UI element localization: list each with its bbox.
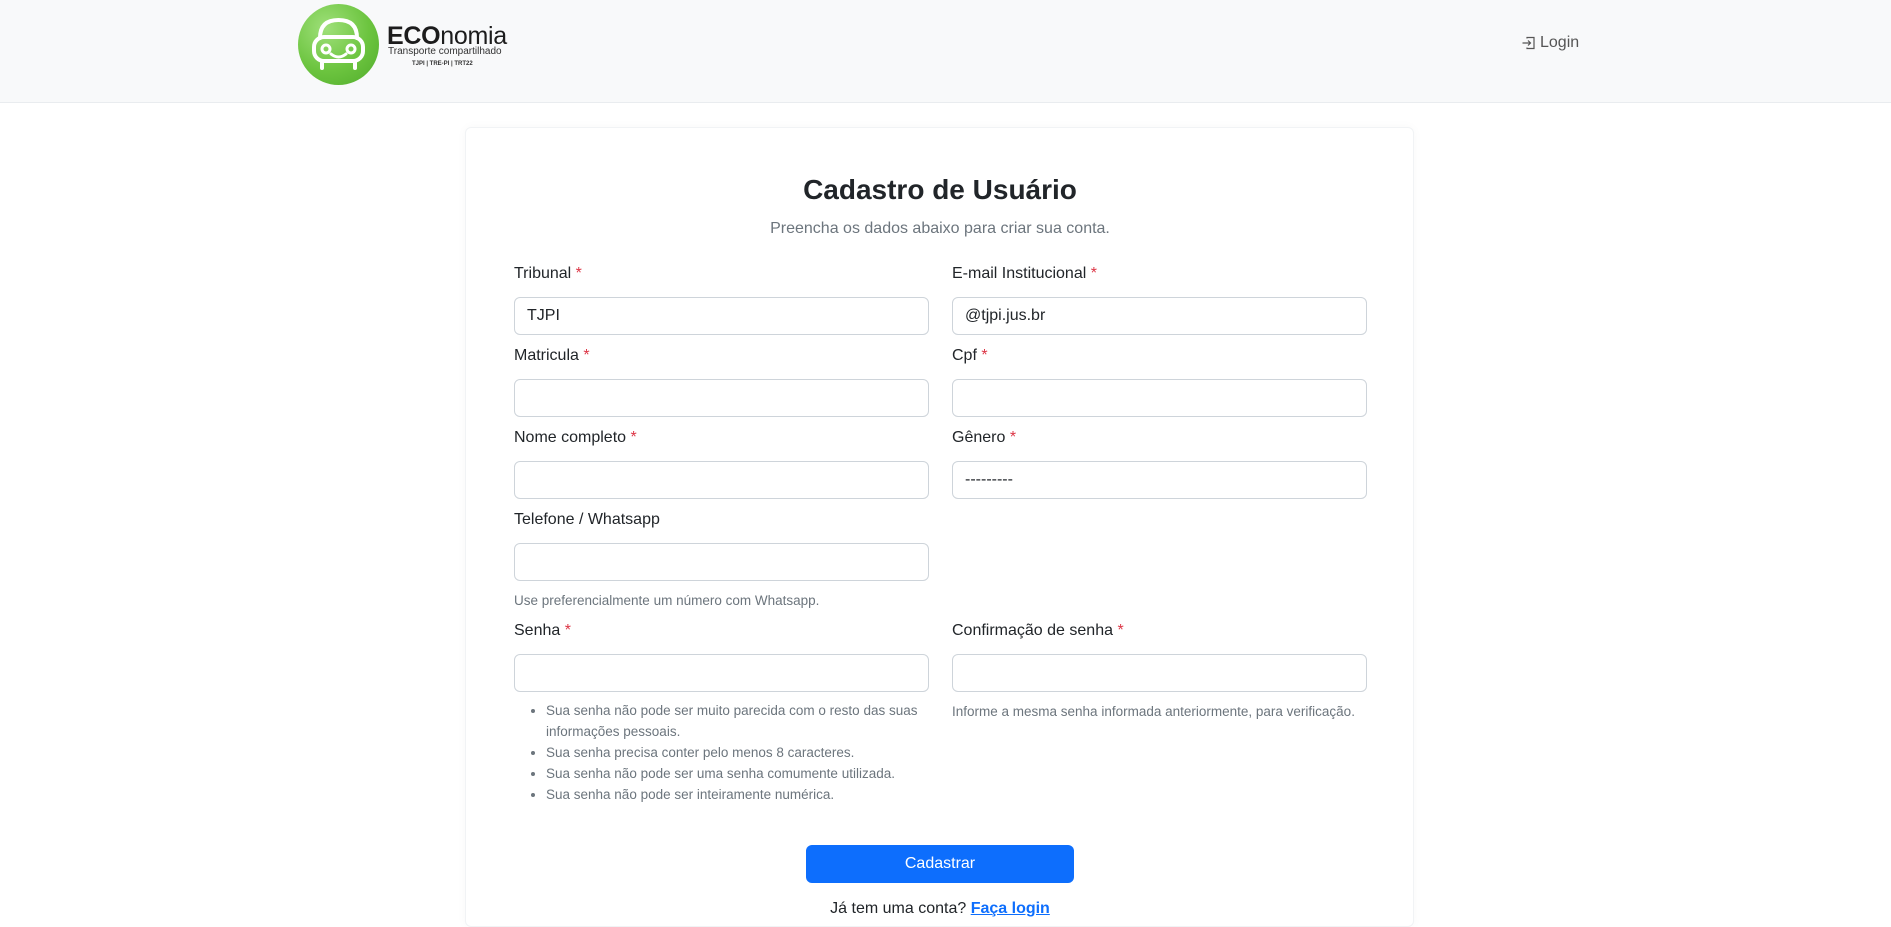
genero-select[interactable]: --------- — [952, 461, 1367, 499]
email-label: E-mail Institucional * — [952, 265, 1097, 282]
cpf-field: Cpf * — [952, 347, 1367, 417]
confirmacao-input[interactable] — [952, 654, 1367, 692]
confirmacao-label: Confirmação de senha * — [952, 622, 1124, 639]
matricula-label: Matricula * — [514, 347, 590, 364]
password-rules-list: Sua senha não pode ser muito parecida co… — [514, 700, 929, 805]
login-prompt-text: Já tem uma conta? — [830, 900, 967, 917]
matricula-field: Matricula * — [514, 347, 929, 417]
password-rule: Sua senha não pode ser muito parecida co… — [546, 700, 929, 742]
login-link-label: Login — [1540, 34, 1580, 51]
tribunal-input[interactable] — [514, 297, 929, 335]
email-field: E-mail Institucional * — [952, 265, 1367, 335]
cpf-label: Cpf * — [952, 347, 988, 364]
telefone-help: Use preferencialmente um número com What… — [514, 593, 820, 608]
senha-field: Senha * Sua senha não pode ser muito par… — [514, 622, 929, 805]
brand-orgs: TJPI | TRE-PI | TRT22 — [412, 61, 473, 67]
brand-tagline: Transporte compartilhado — [388, 46, 502, 57]
page-title: Cadastro de Usuário — [803, 174, 1077, 205]
genero-selected-value: --------- — [965, 471, 1013, 488]
nome-label: Nome completo * — [514, 429, 637, 446]
password-rule: Sua senha precisa conter pelo menos 8 ca… — [546, 742, 929, 763]
password-rule: Sua senha não pode ser uma senha comumen… — [546, 763, 929, 784]
senha-label: Senha * — [514, 622, 571, 639]
genero-field: Gênero * --------- — [952, 429, 1367, 499]
matricula-input[interactable] — [514, 379, 929, 417]
box-arrow-in-right-icon — [1522, 36, 1535, 50]
password-rule: Sua senha não pode ser inteiramente numé… — [546, 784, 929, 805]
login-prompt: Já tem uma conta? Faça login — [0, 900, 1880, 918]
telefone-field: Telefone / Whatsapp Use preferencialment… — [514, 511, 929, 608]
nome-field: Nome completo * — [514, 429, 929, 499]
genero-label: Gênero * — [952, 429, 1017, 446]
tribunal-label: Tribunal * — [514, 265, 582, 282]
top-navbar: ECOnomia Transporte compartilhado TJPI |… — [0, 0, 1891, 103]
nome-input[interactable] — [514, 461, 929, 499]
email-input[interactable] — [952, 297, 1367, 335]
telefone-input[interactable] — [514, 543, 929, 581]
cpf-input[interactable] — [952, 379, 1367, 417]
confirmacao-field: Confirmação de senha * Informe a mesma s… — [952, 622, 1367, 719]
confirmacao-help: Informe a mesma senha informada anterior… — [952, 704, 1355, 719]
page-subtitle: Preencha os dados abaixo para criar sua … — [770, 220, 1110, 237]
tribunal-field: Tribunal * — [514, 265, 929, 335]
senha-input[interactable] — [514, 654, 929, 692]
cadastrar-button[interactable]: Cadastrar — [806, 845, 1074, 883]
faca-login-link[interactable]: Faça login — [971, 900, 1050, 917]
login-link[interactable]: Login — [1521, 34, 1579, 52]
car-face-logo-icon[interactable] — [298, 4, 379, 85]
telefone-label: Telefone / Whatsapp — [514, 511, 660, 528]
